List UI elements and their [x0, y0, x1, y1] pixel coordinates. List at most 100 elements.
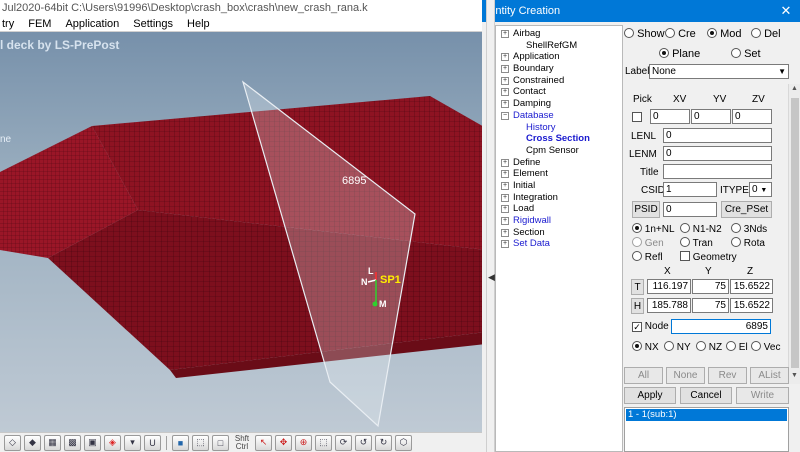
form-scrollbar[interactable]: ▲ ▼ — [788, 84, 800, 384]
spin-icon[interactable]: ↻ — [375, 434, 392, 451]
tree-item-shellrefgm[interactable]: ShellRefGM — [496, 40, 622, 52]
dir-ny[interactable]: NY — [664, 341, 691, 353]
rev-button[interactable]: Rev — [708, 367, 747, 384]
method-rota[interactable]: Rota — [731, 237, 765, 249]
tree-item-load[interactable]: + Load — [496, 203, 622, 215]
node-field[interactable]: 6895 — [671, 319, 771, 334]
dir-nz[interactable]: NZ — [696, 341, 722, 353]
tree-item-cpm-sensor[interactable]: Cpm Sensor — [496, 145, 622, 157]
type-set[interactable]: Set — [731, 48, 761, 60]
dir-el[interactable]: El — [726, 341, 748, 353]
fit-icon[interactable]: ⬚ — [315, 434, 332, 451]
tree-item-application[interactable]: + Application — [496, 51, 622, 63]
frame-icon[interactable]: □ — [212, 434, 229, 451]
method-3nds[interactable]: 3Nds — [731, 223, 767, 235]
tail-z-field[interactable]: 15.6522 — [730, 279, 773, 294]
mode-create[interactable]: Cre — [665, 28, 696, 40]
xv-field[interactable]: 0 — [650, 109, 690, 124]
cre-pset-button[interactable]: Cre_PSet — [721, 201, 772, 218]
tree-item-element[interactable]: + Element — [496, 168, 622, 180]
tree-item-damping[interactable]: + Damping — [496, 98, 622, 110]
iso-view-icon[interactable]: ⬡ — [395, 434, 412, 451]
mode-modify[interactable]: Mod — [707, 28, 741, 40]
menu-item-fem[interactable]: FEM — [28, 16, 51, 31]
model-scene[interactable]: 6895 L N SP1 M — [0, 32, 486, 432]
write-button[interactable]: Write — [736, 387, 789, 404]
keyword-tree[interactable]: + Airbag ShellRefGM + Application + Boundar… — [495, 25, 623, 452]
fringe-icon[interactable]: ◈ — [104, 434, 121, 451]
method-tran[interactable]: Tran — [680, 237, 713, 249]
dir-vec[interactable]: Vec — [751, 341, 780, 353]
label-select[interactable]: None ▼ — [649, 64, 789, 79]
tree-item-define[interactable]: + Define — [496, 157, 622, 169]
tail-x-field[interactable]: 116.197 — [647, 279, 691, 294]
collapse-arrow-icon[interactable]: ◀ — [488, 272, 495, 283]
apply-button[interactable]: Apply — [624, 387, 676, 404]
head-y-field[interactable]: 75 — [692, 298, 729, 313]
lenl-field[interactable]: 0 — [663, 128, 772, 143]
list-item-selected[interactable]: 1 - 1(sub:1) — [626, 409, 787, 421]
menu-item-help[interactable]: Help — [187, 16, 210, 31]
mode-show[interactable]: Show — [624, 28, 665, 40]
undo-view-icon[interactable]: ↺ — [355, 434, 372, 451]
all-button[interactable]: All — [624, 367, 663, 384]
close-icon[interactable]: ✕ — [772, 0, 800, 22]
none-button[interactable]: None — [666, 367, 705, 384]
pan-icon[interactable]: ✥ — [275, 434, 292, 451]
dropdown-arrow-icon[interactable]: ▾ — [124, 434, 141, 451]
tree-item-contact[interactable]: + Contact — [496, 86, 622, 98]
itype-select[interactable]: 0 ▼ — [749, 182, 772, 197]
type-plane[interactable]: Plane — [659, 48, 700, 60]
mesh-dots-icon[interactable]: ▦ — [44, 434, 61, 451]
entity-list[interactable]: 1 - 1(sub:1) — [624, 407, 789, 452]
csid-field[interactable]: 1 — [663, 182, 717, 197]
menu-item-settings[interactable]: Settings — [133, 16, 173, 31]
tree-item-integration[interactable]: + Integration — [496, 192, 622, 204]
mesh-grid-icon[interactable]: ▩ — [64, 434, 81, 451]
zv-field[interactable]: 0 — [732, 109, 772, 124]
tree-item-history[interactable]: History — [496, 122, 622, 134]
scroll-thumb[interactable] — [791, 98, 799, 368]
node-checkbox[interactable]: ✓ Node — [632, 321, 669, 332]
panel-splitter[interactable]: ◀ — [486, 0, 495, 452]
method-1n-nl[interactable]: 1n+NL — [632, 223, 675, 235]
head-x-field[interactable]: 185.788 — [647, 298, 691, 313]
title-field[interactable] — [663, 164, 772, 179]
tail-button[interactable]: T — [631, 279, 644, 295]
head-button[interactable]: H — [631, 298, 644, 314]
graphics-viewport[interactable]: 6895 L N SP1 M Jul2020-64bit C:\Users\91… — [0, 0, 486, 452]
pick-checkbox[interactable] — [632, 112, 642, 122]
tree-item-set-data[interactable]: + Set Data — [496, 238, 622, 250]
tail-y-field[interactable]: 75 — [692, 279, 729, 294]
psid-field[interactable]: 0 — [663, 202, 717, 217]
view-cube-icon[interactable]: ■ — [172, 434, 189, 451]
method-n1-n2[interactable]: N1-N2 — [680, 223, 722, 235]
mode-delete[interactable]: Del — [751, 28, 781, 40]
tree-item-database[interactable]: − Database — [496, 110, 622, 122]
mesh-shaded-icon[interactable]: ▣ — [84, 434, 101, 451]
cube-solid-icon[interactable]: ◆ — [24, 434, 41, 451]
tree-item-cross-section[interactable]: Cross Section — [496, 133, 622, 145]
zoom-icon[interactable]: ⊕ — [295, 434, 312, 451]
rotate-icon[interactable]: ⟳ — [335, 434, 352, 451]
u-view-icon[interactable]: U — [144, 434, 161, 451]
psid-button[interactable]: PSID — [632, 201, 660, 218]
select-arrow-icon[interactable]: ↖ — [255, 434, 272, 451]
yv-field[interactable]: 0 — [691, 109, 731, 124]
tree-item-boundary[interactable]: + Boundary — [496, 63, 622, 75]
geometry-checkbox[interactable]: Geometry — [680, 251, 737, 263]
tree-item-section[interactable]: + Section — [496, 227, 622, 239]
tree-item-constrained[interactable]: + Constrained — [496, 75, 622, 87]
tree-item-airbag[interactable]: + Airbag — [496, 28, 622, 40]
method-refl[interactable]: Refl — [632, 251, 663, 263]
alist-button[interactable]: AList — [750, 367, 789, 384]
menu-item-application[interactable]: Application — [65, 16, 119, 31]
menu-item-geometry[interactable]: try — [2, 16, 14, 31]
cube-wire-icon[interactable]: ◇ — [4, 434, 21, 451]
perspective-icon[interactable]: ⬚ — [192, 434, 209, 451]
lenm-field[interactable]: 0 — [663, 146, 772, 161]
head-z-field[interactable]: 15.6522 — [730, 298, 773, 313]
tree-item-initial[interactable]: + Initial — [496, 180, 622, 192]
dir-nx[interactable]: NX — [632, 341, 659, 353]
tree-item-rigidwall[interactable]: + Rigidwall — [496, 215, 622, 227]
